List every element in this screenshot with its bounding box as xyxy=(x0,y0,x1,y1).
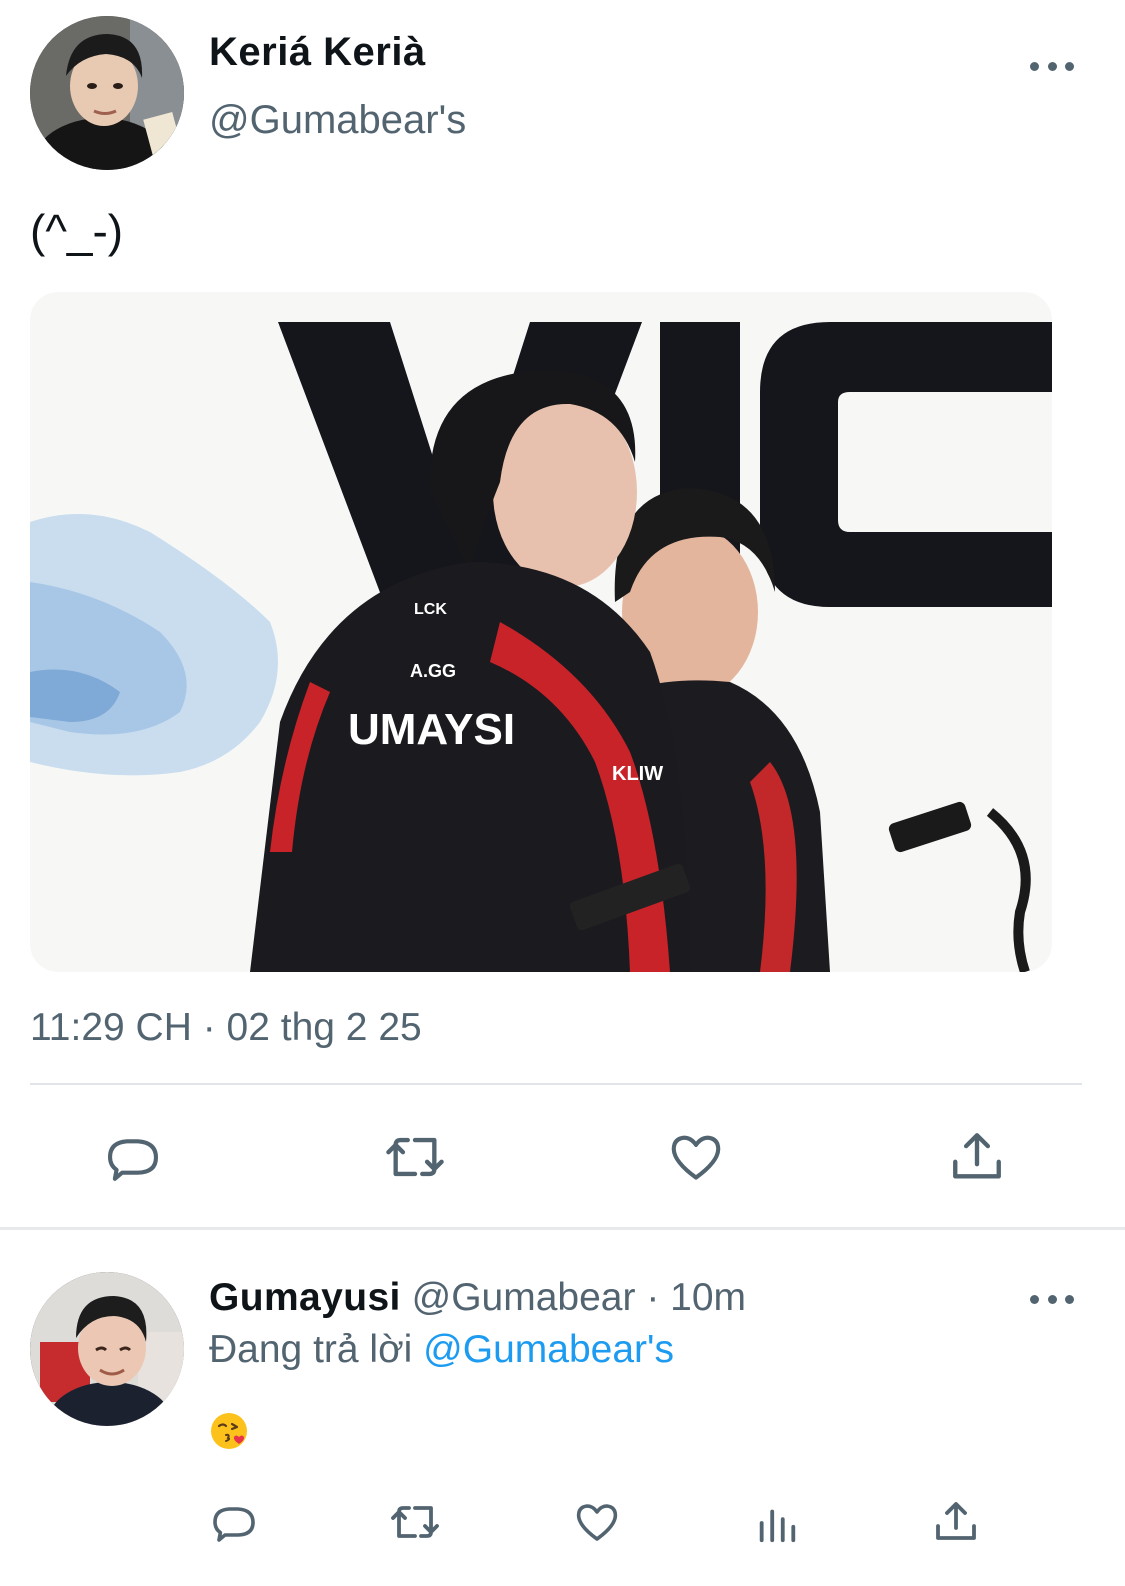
author-avatar[interactable] xyxy=(30,16,184,170)
reply-author-avatar[interactable] xyxy=(30,1272,184,1426)
retweet-icon[interactable] xyxy=(382,1128,448,1186)
author-handle[interactable]: @Gumabear's xyxy=(209,98,466,143)
reply-author-name[interactable]: Gumayusi xyxy=(209,1276,401,1319)
tweet-timestamp[interactable]: 11:29 CH · 02 thg 2 25 xyxy=(30,1006,422,1050)
sponsor-text: A.GG xyxy=(410,661,456,681)
reply-author-handle[interactable]: @Gumabear xyxy=(412,1276,636,1319)
reply-more-options-icon[interactable] xyxy=(1030,1293,1074,1305)
reply-reply-icon[interactable] xyxy=(210,1498,258,1546)
league-text: LCK xyxy=(414,601,447,618)
author-name[interactable]: Keriá Kerià xyxy=(209,30,426,75)
replying-prefix: Đang trả lời xyxy=(209,1328,413,1371)
replying-to-line: Đang trả lời @Gumabear's xyxy=(209,1328,674,1372)
like-icon[interactable] xyxy=(666,1128,726,1186)
section-divider xyxy=(0,1227,1125,1230)
replying-to-mention[interactable]: @Gumabear's xyxy=(423,1328,674,1371)
tweet-photo[interactable]: UMAYSI A.GG KLIW LCK xyxy=(30,292,1052,972)
more-options-icon[interactable] xyxy=(1030,60,1074,72)
face-blowing-a-kiss-icon xyxy=(209,1411,249,1451)
share-icon[interactable] xyxy=(948,1128,1006,1186)
sponsor-text-2: KLIW xyxy=(612,763,663,785)
analytics-icon[interactable] xyxy=(754,1500,800,1546)
reply-retweet-icon[interactable] xyxy=(388,1498,442,1546)
reply-header: Gumayusi @Gumabear · 10m xyxy=(209,1276,746,1320)
reply-time[interactable]: 10m xyxy=(670,1276,746,1319)
divider xyxy=(30,1083,1082,1085)
reply-icon[interactable] xyxy=(104,1128,162,1186)
reply-like-icon[interactable] xyxy=(572,1498,622,1546)
reply-share-icon[interactable] xyxy=(932,1498,980,1546)
reply-separator: · xyxy=(646,1276,660,1319)
tweet-text: (^_-) xyxy=(30,205,124,257)
jersey-text: UMAYSI xyxy=(348,705,515,754)
